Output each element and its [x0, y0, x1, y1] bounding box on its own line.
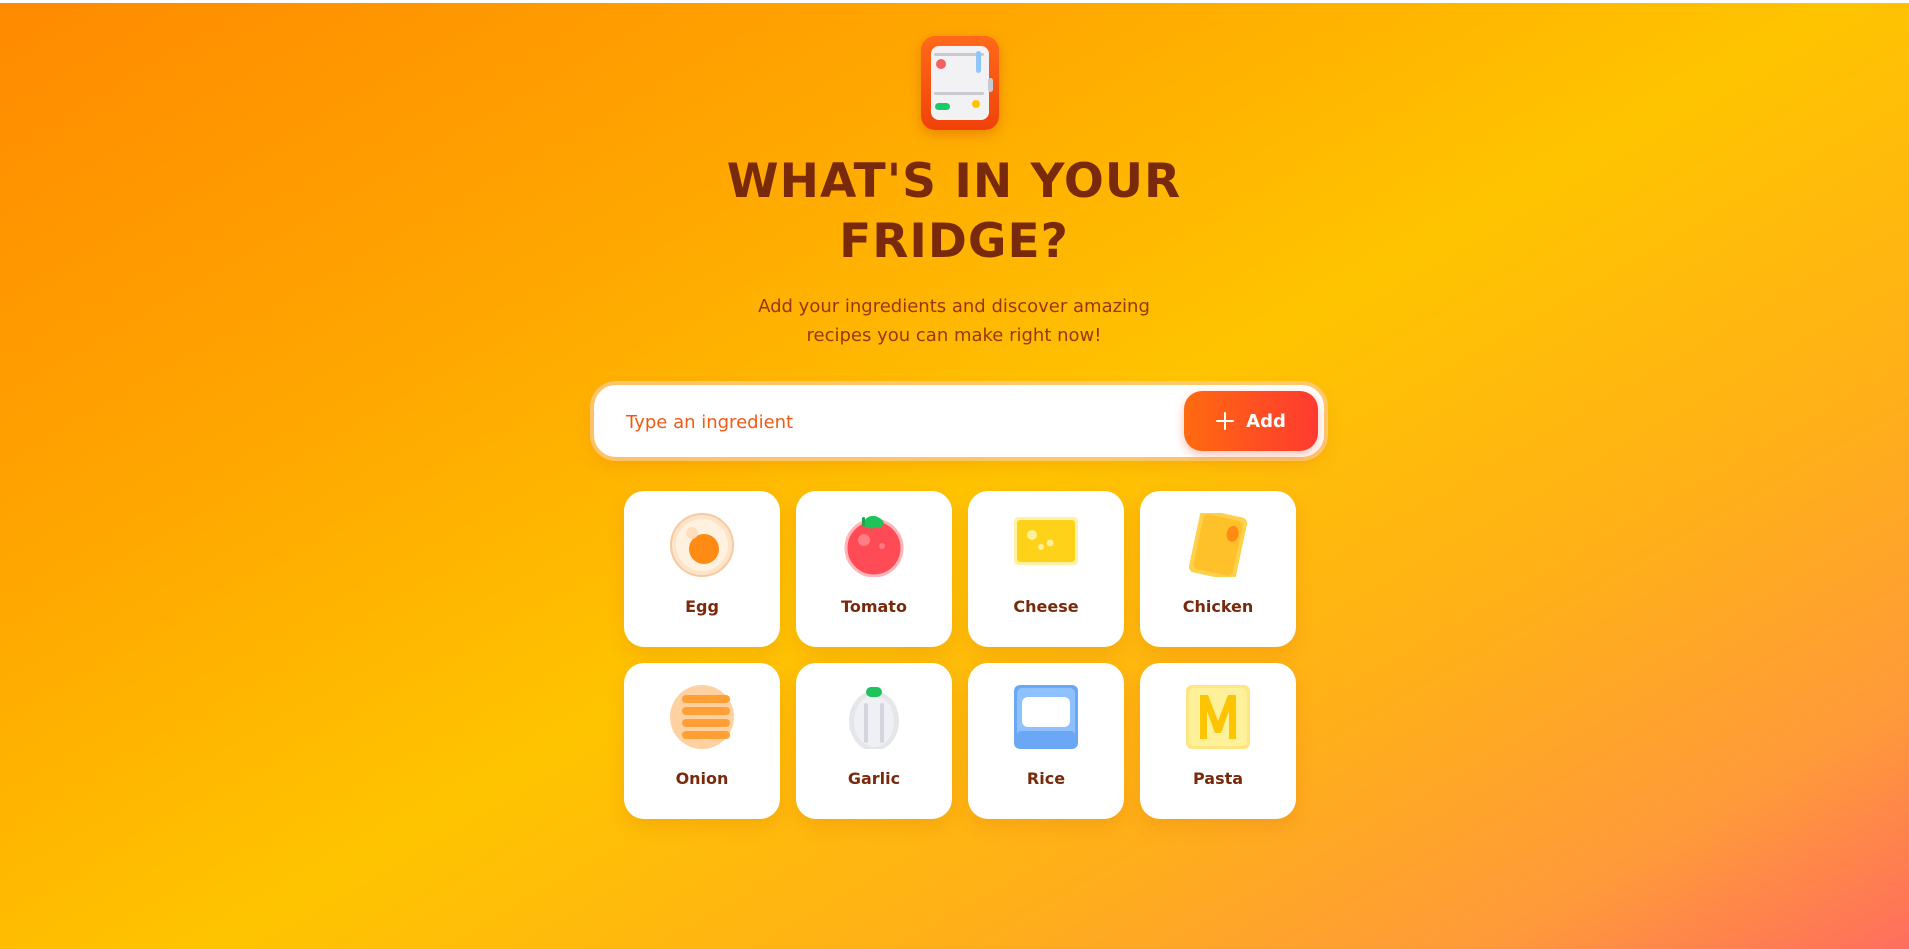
- ingredient-card-rice[interactable]: Rice: [968, 663, 1124, 819]
- ingredient-card-egg[interactable]: Egg: [624, 491, 780, 647]
- egg-icon: [670, 513, 734, 577]
- ingredient-label: Tomato: [841, 597, 907, 616]
- plus-icon: [1216, 412, 1235, 430]
- garlic-icon: [849, 687, 899, 749]
- title-line-1: WHAT'S IN YOUR: [726, 154, 1182, 209]
- ingredient-label: Cheese: [1013, 597, 1079, 616]
- page: WHAT'S IN YOUR FRIDGE? Add your ingredie…: [0, 0, 1909, 949]
- ingredient-label: Chicken: [1182, 597, 1254, 616]
- ingredient-grid: Egg Tomato Cheese Chicken Onion Garlic R…: [624, 491, 1296, 819]
- ingredient-card-cheese[interactable]: Cheese: [968, 491, 1124, 647]
- title-line-2: FRIDGE?: [839, 214, 1069, 269]
- ingredient-card-onion[interactable]: Onion: [624, 663, 780, 819]
- page-subtitle: Add your ingredients and discover amazin…: [704, 292, 1204, 350]
- ingredient-label: Onion: [675, 769, 729, 788]
- subtitle-line-2: recipes you can make right now!: [806, 325, 1102, 346]
- ingredient-label: Pasta: [1192, 769, 1244, 788]
- ingredient-card-tomato[interactable]: Tomato: [796, 491, 952, 647]
- pasta-icon: [1186, 685, 1250, 749]
- ingredient-label: Egg: [685, 597, 719, 616]
- ingredient-card-chicken[interactable]: Chicken: [1140, 491, 1296, 647]
- tomato-icon: [844, 515, 904, 577]
- add-button[interactable]: Add: [1184, 391, 1318, 451]
- ingredient-card-pasta[interactable]: Pasta: [1140, 663, 1296, 819]
- onion-icon: [670, 685, 734, 749]
- ingredient-search-bar: Add: [594, 385, 1324, 457]
- subtitle-line-1: Add your ingredients and discover amazin…: [758, 296, 1150, 317]
- add-button-label: Add: [1246, 410, 1286, 432]
- chicken-icon: [1188, 513, 1248, 577]
- ingredient-label: Rice: [1026, 769, 1066, 788]
- ingredient-input[interactable]: [624, 399, 1168, 445]
- cheese-icon: [1014, 517, 1078, 565]
- fridge-icon: [921, 36, 999, 130]
- ingredient-card-garlic[interactable]: Garlic: [796, 663, 952, 819]
- page-title: WHAT'S IN YOUR FRIDGE?: [654, 152, 1254, 272]
- rice-icon: [1014, 685, 1078, 749]
- ingredient-label: Garlic: [847, 769, 901, 788]
